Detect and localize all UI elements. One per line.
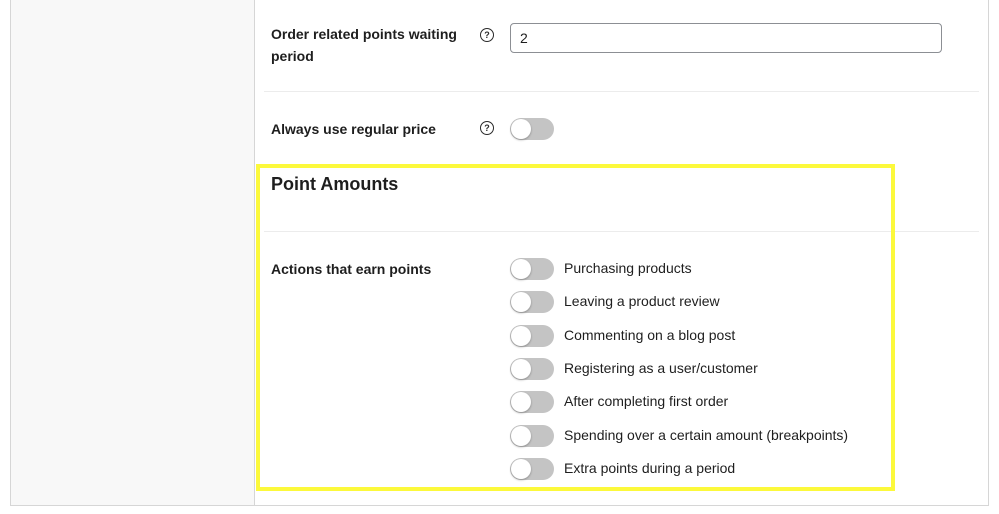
action-label: Extra points during a period	[564, 459, 736, 476]
action-label: Purchasing products	[564, 260, 692, 276]
sidebar	[11, 0, 255, 505]
action-label: Commenting on a blog post	[564, 326, 736, 343]
toggle-knob	[511, 325, 531, 346]
action-toggle[interactable]	[510, 258, 554, 280]
regular-price-label: Always use regular price	[271, 121, 436, 137]
action-label: Registering as a user/customer	[564, 359, 758, 376]
toggle-knob	[511, 259, 531, 279]
waiting-period-label-line2: period	[271, 48, 314, 64]
waiting-period-input[interactable]	[510, 23, 942, 53]
action-toggle[interactable]	[510, 424, 554, 447]
toggle-knob	[511, 392, 531, 413]
question-circle-icon[interactable]: ?	[480, 28, 494, 42]
action-toggle[interactable]	[510, 391, 554, 414]
action-toggle[interactable]	[510, 324, 554, 347]
waiting-period-label: Order related points waiting period	[271, 23, 457, 67]
action-toggle[interactable]	[510, 291, 554, 314]
section-title: Point Amounts	[271, 174, 399, 194]
toggle-knob	[511, 425, 531, 446]
action-label: Spending over a certain amount (breakpoi…	[564, 426, 849, 443]
actions-label: Actions that earn points	[271, 261, 432, 277]
toggle-knob	[511, 292, 531, 313]
waiting-period-label-line1: Order related points waiting	[271, 26, 457, 42]
toggle-knob	[511, 458, 531, 479]
divider	[264, 91, 979, 92]
toggle-knob	[511, 119, 531, 139]
action-label: Leaving a product review	[564, 293, 720, 310]
regular-price-toggle[interactable]	[510, 118, 554, 140]
question-circle-icon[interactable]: ?	[480, 121, 494, 135]
action-label: After completing first order	[564, 393, 729, 410]
action-toggle[interactable]	[510, 357, 554, 380]
toggle-knob	[511, 358, 531, 379]
divider	[264, 231, 979, 232]
action-toggle[interactable]	[510, 457, 554, 480]
